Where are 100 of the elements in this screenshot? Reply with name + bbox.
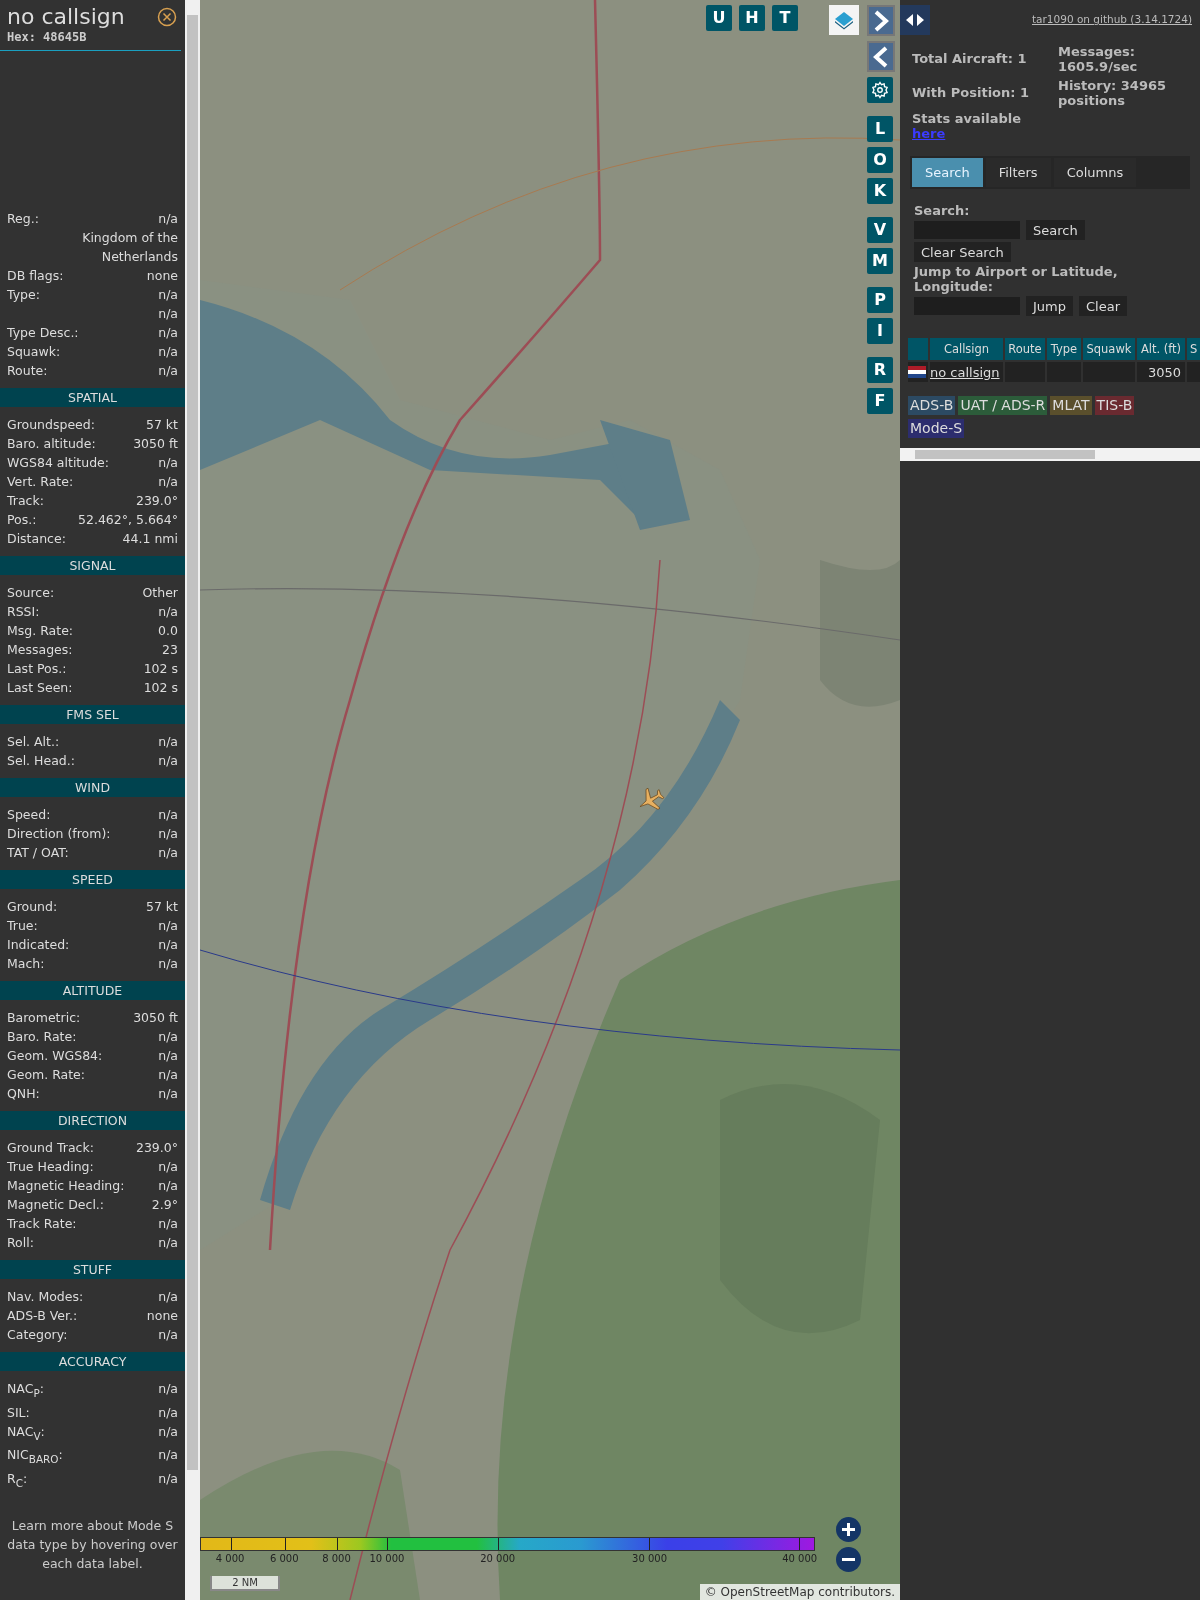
field-label: DB flags: [7,267,64,285]
field-label: Magnetic Heading: [7,1177,125,1195]
map-toggle-button[interactable]: I [867,318,893,344]
toggle-panel-button[interactable] [900,5,930,35]
map-toggle-button[interactable]: H [739,5,765,31]
field-value: n/a [158,1085,178,1103]
field-value: 52.462°, 5.664° [78,511,178,529]
github-link[interactable]: tar1090 on github (3.14.1724) [1032,13,1192,25]
field-label: Indicated: [7,936,70,954]
left-right-arrows-icon [905,13,925,27]
map-attribution: © OpenStreetMap contributors. [699,1584,900,1600]
field-value: n/a [158,806,178,824]
field-value: n/a [158,1066,178,1084]
field-value: 239.0° [135,492,178,510]
field-label: Sel. Alt.: [7,733,60,751]
field-value: n/a [158,305,178,323]
field-value: 0.0 [158,622,178,640]
table-cell: 3050 [1137,362,1185,382]
field-value: none [146,267,178,285]
field-value: 2.9° [151,1196,178,1214]
expand-button[interactable] [867,5,895,36]
map-toggle-button[interactable]: P [867,287,893,313]
column-header[interactable]: Route [1005,338,1045,360]
field-label: True Heading: [7,1158,94,1176]
field-label: NIC$_{BARO}$: [7,1446,63,1467]
map-toggle-button[interactable]: T [772,5,798,31]
attribution-link[interactable]: OpenStreetMap [720,1585,815,1599]
field-value: 23 [162,641,178,659]
settings-button[interactable] [867,77,893,103]
scrollbar[interactable] [900,448,1200,461]
tab[interactable]: Filters [985,158,1051,187]
plus-icon [841,1522,856,1537]
field-label: SIL: [7,1403,30,1422]
field-label: WGS84 altitude: [7,454,110,472]
section-header: DIRECTION [0,1111,185,1130]
map-toggle-button[interactable]: R [867,357,893,383]
field-value: n/a [158,844,178,862]
field-label: Ground: [7,898,58,916]
field-value: n/a [158,473,178,491]
scale-bar: 2 NM [210,1576,280,1591]
field-value: n/a [158,1215,178,1233]
altitude-label: 40 000 [782,1553,818,1564]
tab[interactable]: Columns [1053,158,1137,187]
map-toggle-button[interactable]: K [867,178,893,204]
field-value: n/a [158,1422,178,1441]
altitude-label: 8 000 [322,1553,351,1564]
field-value: n/a [158,1158,178,1176]
field-label: Msg. Rate: [7,622,74,640]
map-toggle-button[interactable]: V [867,217,893,243]
field-value: 3050 ft [133,1009,178,1027]
field-value: 239.0° [135,1139,178,1157]
field-label: Mach: [7,955,45,973]
field-value: n/a [158,1028,178,1046]
field-value: n/a [158,603,178,621]
clear-search-button[interactable]: Clear Search [914,242,1011,262]
field-label: Baro. Rate: [7,1028,77,1046]
altitude-label: 10 000 [369,1553,405,1564]
search-button[interactable]: Search [1026,220,1085,240]
field-value: n/a [158,1326,178,1344]
chevron-left-icon [873,45,889,68]
clear-button[interactable]: Clear [1079,296,1127,316]
map-toggle-button[interactable]: U [706,5,732,31]
jump-button[interactable]: Jump [1026,296,1073,316]
field-label: True: [7,917,38,935]
layers-button[interactable] [829,5,859,35]
map-toggle-button[interactable]: L [867,116,893,142]
field-label: ADS-B Ver.: [7,1307,78,1325]
map-toggle-button[interactable]: M [867,248,893,274]
column-header[interactable]: Callsign [930,338,1003,360]
layers-icon [833,9,855,31]
column-header[interactable]: S [1187,338,1200,360]
field-value: n/a [158,1234,178,1252]
source-tag: UAT / ADS-R [958,396,1048,415]
field-label: Squawk: [7,343,61,361]
field-value: n/a [158,454,178,472]
field-label: Track: [7,492,44,510]
field-label: Messages: [7,641,73,659]
field-label: Reg.: [7,210,39,228]
field-label: R$_{C}$: [7,1469,28,1490]
header-cell [908,338,928,360]
field-label: Sel. Head.: [7,752,75,770]
map-toggle-button[interactable]: O [867,147,893,173]
column-header[interactable]: Alt. (ft) [1137,338,1185,360]
field-label: Distance: [7,530,66,548]
aircraft-title: no callsign [7,4,125,30]
map-toggle-button[interactable]: F [867,388,893,414]
collapse-button[interactable] [867,41,895,72]
close-icon[interactable] [157,7,177,27]
hex-code: Hex: 48645B [7,30,88,44]
stat-text: With Position: 1 [912,85,1031,100]
field-value: n/a [158,1177,178,1195]
column-header[interactable]: Squawk [1083,338,1135,360]
help-text: Learn more about Mode S data type by hovering over each data label. [6,1517,179,1573]
source-tag: MLAT [1050,396,1092,415]
column-header[interactable]: Type [1047,338,1081,360]
field-value: n/a [158,936,178,954]
field-label: Speed: [7,806,51,824]
field-value: n/a [158,1380,178,1398]
field-value: 57 kt [145,898,178,916]
scrollbar[interactable] [185,0,200,1600]
